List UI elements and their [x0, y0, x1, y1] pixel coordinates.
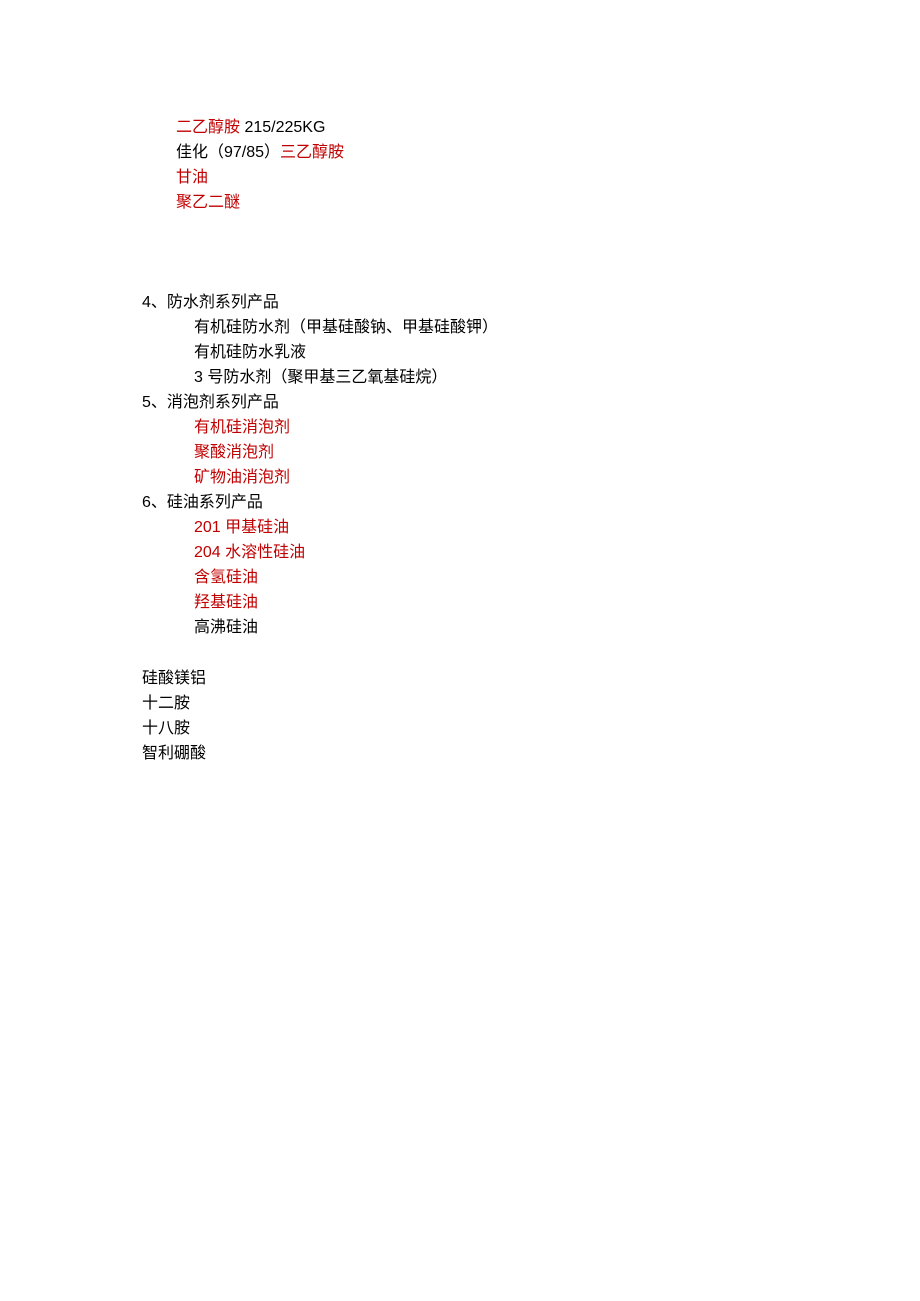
text-glycerin: 甘油	[176, 165, 920, 190]
section-6-item: 201 甲基硅油	[194, 515, 920, 540]
text-jiahua: 佳化（97/85）	[176, 144, 280, 161]
section-5-item: 聚酸消泡剂	[194, 440, 920, 465]
section-4-header: 4、防水剂系列产品	[142, 290, 920, 315]
bottom-item: 智利硼酸	[142, 741, 920, 766]
text-weight-spec: 215/225KG	[244, 119, 325, 136]
text-triethanolamine: 三乙醇胺	[280, 144, 344, 161]
bottom-item: 十八胺	[142, 716, 920, 741]
section-6-header: 6、硅油系列产品	[142, 490, 920, 515]
section-4-item: 有机硅防水乳液	[194, 340, 920, 365]
bottom-item: 十二胺	[142, 691, 920, 716]
text-diethanolamine: 二乙醇胺	[176, 119, 244, 136]
section-4-item: 有机硅防水剂（甲基硅酸钠、甲基硅酸钾）	[194, 315, 920, 340]
section-6-item: 高沸硅油	[194, 615, 920, 640]
section-5-header: 5、消泡剂系列产品	[142, 390, 920, 415]
section-6-item: 204 水溶性硅油	[194, 540, 920, 565]
bottom-item: 硅酸镁铝	[142, 666, 920, 691]
text-polyethylene-glycol: 聚乙二醚	[176, 190, 920, 215]
section-5-item: 矿物油消泡剂	[194, 465, 920, 490]
section-6-item: 羟基硅油	[194, 590, 920, 615]
section-5-item: 有机硅消泡剂	[194, 415, 920, 440]
section-6-item: 含氢硅油	[194, 565, 920, 590]
section-4-item: 3 号防水剂（聚甲基三乙氧基硅烷）	[194, 365, 920, 390]
